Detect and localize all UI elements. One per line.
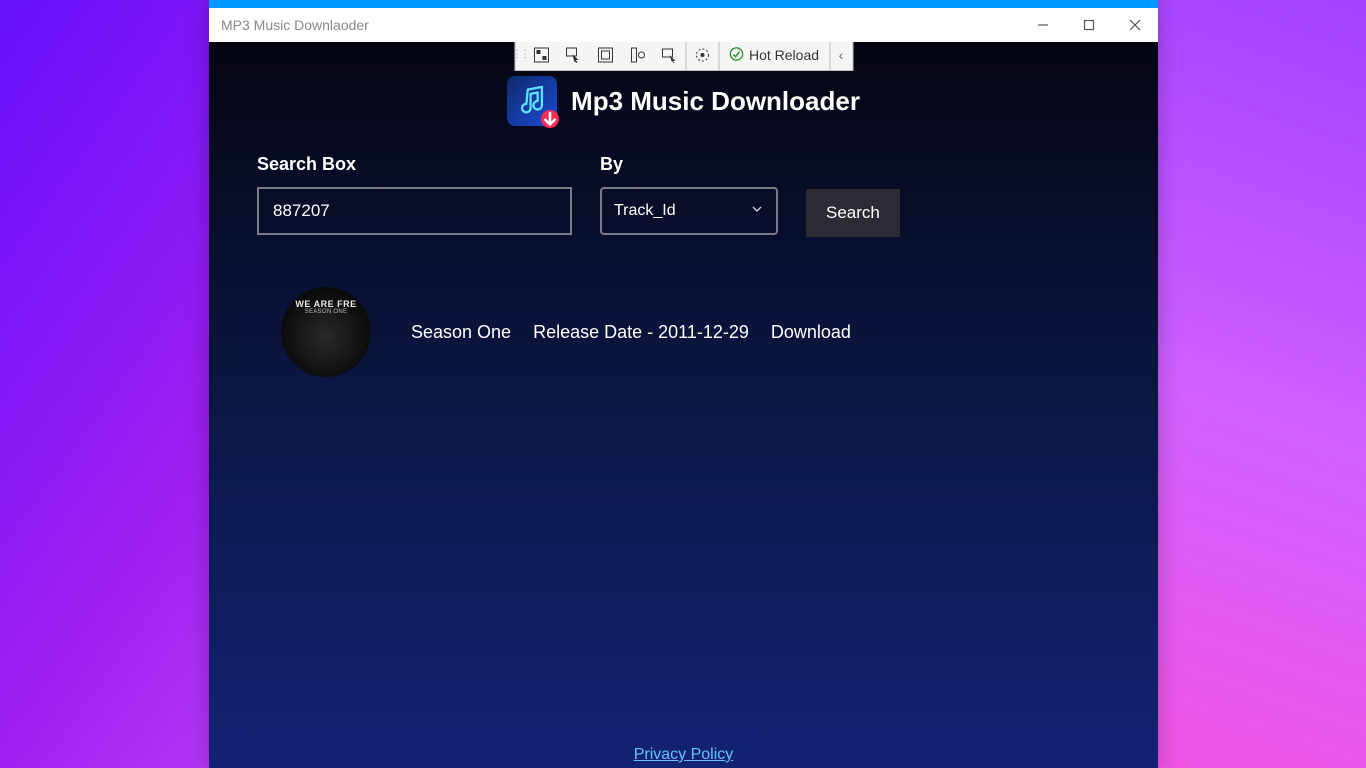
hot-reload-button[interactable]: Hot Reload xyxy=(719,42,829,70)
search-row: Search Box By Track_Id Search xyxy=(209,126,1158,237)
search-box-label: Search Box xyxy=(257,154,572,175)
minimize-button[interactable] xyxy=(1020,8,1066,42)
checkmark-icon xyxy=(729,47,743,64)
hot-reload-label: Hot Reload xyxy=(749,47,819,63)
window-titlebar[interactable]: MP3 Music Downlaoder xyxy=(209,8,1158,42)
search-input[interactable] xyxy=(257,187,572,235)
app-logo xyxy=(507,76,557,126)
close-button[interactable] xyxy=(1112,8,1158,42)
window-title: MP3 Music Downlaoder xyxy=(209,17,1020,33)
album-art-line1: WE ARE FRE xyxy=(295,299,356,309)
album-art: WE ARE FRE SEASON ONE xyxy=(281,287,371,377)
window-controls xyxy=(1020,8,1158,42)
select-element-icon[interactable] xyxy=(557,42,589,70)
search-by-label: By xyxy=(600,154,778,175)
result-texts: Season One Release Date - 2011-12-29 Dow… xyxy=(411,322,851,343)
search-by-dropdown[interactable]: Track_Id xyxy=(600,187,778,235)
app-window: MP3 Music Downlaoder xyxy=(209,0,1158,768)
display-layout-icon[interactable] xyxy=(589,42,621,70)
search-box-field: Search Box xyxy=(257,154,572,235)
search-by-field: By Track_Id xyxy=(600,154,778,235)
chevron-down-icon xyxy=(750,202,764,221)
search-button[interactable]: Search xyxy=(806,189,900,237)
app-title: Mp3 Music Downloader xyxy=(571,86,860,117)
result-title: Season One xyxy=(411,322,511,343)
window-accent-bar xyxy=(209,0,1158,8)
maximize-button[interactable] xyxy=(1066,8,1112,42)
scan-icon[interactable] xyxy=(686,42,718,70)
album-art-line2: SEASON ONE xyxy=(295,309,356,315)
track-focus-icon[interactable] xyxy=(621,42,653,70)
vs-debug-toolbar[interactable]: Hot Reload ‹ xyxy=(514,42,853,71)
result-release-date: Release Date - 2011-12-29 xyxy=(533,322,749,343)
reset-view-icon[interactable] xyxy=(653,42,685,70)
results-area: WE ARE FRE SEASON ONE Season One Release… xyxy=(209,237,1158,377)
result-row: WE ARE FRE SEASON ONE Season One Release… xyxy=(281,287,1110,377)
toolbar-collapse-icon[interactable]: ‹ xyxy=(830,42,852,70)
download-link[interactable]: Download xyxy=(771,322,851,343)
footer: Privacy Policy xyxy=(209,746,1158,764)
download-badge-icon xyxy=(541,110,559,128)
toolbar-grip-icon[interactable] xyxy=(515,42,525,70)
dropdown-selected: Track_Id xyxy=(614,202,676,220)
privacy-policy-link[interactable]: Privacy Policy xyxy=(634,746,734,763)
live-visual-tree-icon[interactable] xyxy=(525,42,557,70)
app-client-area: Hot Reload ‹ Mp3 Music Downloader Search… xyxy=(209,42,1158,768)
